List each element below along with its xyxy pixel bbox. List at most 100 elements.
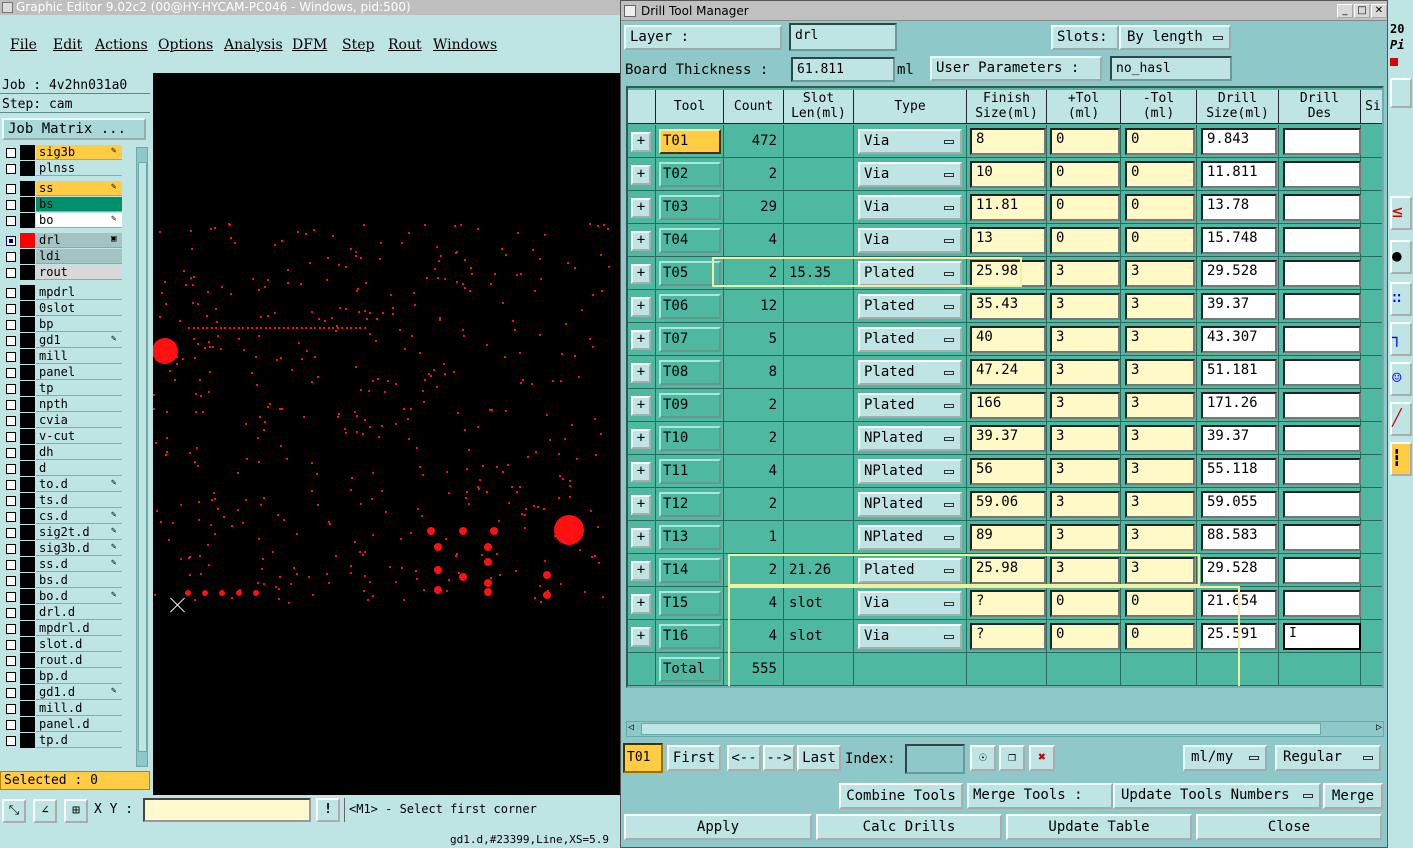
finish-size-input[interactable]: 25.98 bbox=[970, 557, 1046, 584]
layer-checkbox[interactable] bbox=[6, 384, 16, 394]
layer-row[interactable]: ts.d bbox=[3, 493, 122, 508]
drill-size-input[interactable]: 29.528 bbox=[1201, 557, 1277, 584]
layer-checkbox[interactable] bbox=[6, 496, 16, 506]
tool-button[interactable]: T13 bbox=[659, 525, 721, 550]
layer-name[interactable]: cvia bbox=[36, 413, 122, 428]
layer-checkbox[interactable] bbox=[6, 544, 16, 554]
plus-tol-input[interactable]: 3 bbox=[1050, 524, 1120, 551]
layer-list-scrollbar[interactable] bbox=[136, 147, 148, 767]
layer-name[interactable]: bo bbox=[36, 213, 122, 228]
layer-checkbox[interactable] bbox=[6, 236, 16, 246]
drill-des-input[interactable] bbox=[1283, 227, 1361, 254]
expand-row-icon[interactable]: + bbox=[631, 627, 651, 647]
expand-row-icon[interactable]: + bbox=[631, 396, 651, 416]
drill-des-input[interactable] bbox=[1283, 260, 1361, 287]
layer-row[interactable]: drl.d bbox=[3, 605, 122, 620]
tool-button[interactable]: T04 bbox=[659, 228, 721, 253]
layer-row[interactable]: panel bbox=[3, 365, 122, 380]
type-dropdown[interactable]: Via bbox=[858, 129, 962, 154]
user-parameters-input[interactable]: no_hasl bbox=[1110, 56, 1232, 81]
expand-row-icon[interactable]: + bbox=[631, 231, 651, 251]
layer-checkbox[interactable] bbox=[6, 480, 16, 490]
type-dropdown[interactable]: Via bbox=[858, 624, 962, 649]
layer-row[interactable]: plnss bbox=[3, 161, 122, 176]
update-table-button[interactable]: Update Table bbox=[1006, 814, 1192, 840]
drill-des-input[interactable] bbox=[1283, 359, 1361, 386]
layer-name[interactable]: sig3b bbox=[36, 145, 122, 160]
layer-row[interactable]: bo.d ✎ bbox=[3, 589, 122, 604]
layer-row[interactable]: sig3b.d ✎ bbox=[3, 541, 122, 556]
layer-row[interactable]: tp.d bbox=[3, 733, 122, 748]
type-dropdown[interactable]: Plated bbox=[858, 393, 962, 418]
merge-mode-dropdown[interactable]: Update Tools Numbers bbox=[1113, 783, 1321, 809]
maximize-icon[interactable]: □ bbox=[1354, 4, 1370, 18]
layer-name[interactable]: sig2t.d bbox=[36, 525, 122, 540]
plus-tol-input[interactable]: 3 bbox=[1050, 326, 1120, 353]
menu-step[interactable]: Step bbox=[342, 37, 374, 53]
layer-checkbox[interactable] bbox=[6, 448, 16, 458]
slots-dropdown[interactable]: By length bbox=[1119, 25, 1231, 50]
layer-row[interactable]: tp bbox=[3, 381, 122, 396]
drill-size-input[interactable]: 171.26 bbox=[1201, 392, 1277, 419]
minus-tol-input[interactable]: 3 bbox=[1125, 392, 1195, 419]
layer-checkbox[interactable] bbox=[6, 528, 16, 538]
layer-row[interactable]: d bbox=[3, 461, 122, 476]
drill-size-input[interactable]: 9.843 bbox=[1201, 128, 1277, 155]
drill-des-input[interactable] bbox=[1283, 458, 1361, 485]
minus-tol-input[interactable]: 0 bbox=[1125, 128, 1195, 155]
minus-tol-input[interactable]: 3 bbox=[1125, 458, 1195, 485]
expand-row-icon[interactable]: + bbox=[631, 363, 651, 383]
minus-tol-input[interactable]: 0 bbox=[1125, 161, 1195, 188]
layer-name[interactable]: 0slot bbox=[36, 301, 122, 316]
calc-drills-button[interactable]: Calc Drills bbox=[816, 814, 1002, 840]
expand-row-icon[interactable]: + bbox=[631, 528, 651, 548]
layer-name[interactable]: ss bbox=[36, 181, 122, 196]
layer-checkbox[interactable] bbox=[6, 704, 16, 714]
tool-button[interactable]: T03 bbox=[659, 195, 721, 220]
expand-row-icon[interactable]: + bbox=[631, 429, 651, 449]
finish-size-input[interactable]: 10 bbox=[970, 161, 1046, 188]
tool-button[interactable]: T02 bbox=[659, 162, 721, 187]
minus-tol-input[interactable]: 3 bbox=[1125, 326, 1195, 353]
layer-checkbox[interactable] bbox=[6, 320, 16, 330]
layer-name[interactable]: drl bbox=[36, 233, 122, 248]
next-button[interactable]: --> bbox=[763, 745, 795, 771]
graphic-canvas[interactable] bbox=[153, 73, 620, 795]
layer-name[interactable]: sig3b.d bbox=[36, 541, 122, 556]
xy-input[interactable] bbox=[143, 798, 311, 822]
layer-name[interactable]: v-cut bbox=[36, 429, 122, 444]
layer-name[interactable]: mpdrl bbox=[36, 285, 122, 300]
tool-button[interactable]: T09 bbox=[659, 393, 721, 418]
xy-apply-button[interactable]: ! bbox=[316, 798, 340, 822]
layer-checkbox[interactable] bbox=[6, 720, 16, 730]
tool-user-icon[interactable]: ☺ bbox=[1390, 362, 1412, 396]
type-dropdown[interactable]: Plated bbox=[858, 558, 962, 583]
layer-name[interactable]: tp.d bbox=[36, 733, 122, 748]
tool-button[interactable]: T11 bbox=[659, 459, 721, 484]
finish-size-input[interactable]: 39.37 bbox=[970, 425, 1046, 452]
drill-size-input[interactable]: 15.748 bbox=[1201, 227, 1277, 254]
plus-tol-input[interactable]: 3 bbox=[1050, 491, 1120, 518]
layer-name[interactable]: plnss bbox=[36, 161, 122, 176]
finish-size-input[interactable]: 40 bbox=[970, 326, 1046, 353]
layer-name[interactable]: bp bbox=[36, 317, 122, 332]
type-dropdown[interactable]: Plated bbox=[858, 294, 962, 319]
finish-size-input[interactable]: 47.24 bbox=[970, 359, 1046, 386]
layer-name[interactable]: d bbox=[36, 461, 122, 476]
layer-checkbox[interactable] bbox=[6, 148, 16, 158]
layer-name[interactable]: slot.d bbox=[36, 637, 122, 652]
minus-tol-input[interactable]: 3 bbox=[1125, 524, 1195, 551]
layer-row[interactable]: slot.d bbox=[3, 637, 122, 652]
layer-checkbox[interactable] bbox=[6, 432, 16, 442]
tool-button[interactable]: T16 bbox=[659, 624, 721, 649]
layer-name[interactable]: mpdrl.d bbox=[36, 621, 122, 636]
tool-button-icon[interactable] bbox=[1390, 78, 1412, 108]
layer-name[interactable]: bp.d bbox=[36, 669, 122, 684]
layer-checkbox[interactable] bbox=[6, 656, 16, 666]
type-dropdown[interactable]: Via bbox=[858, 591, 962, 616]
last-button[interactable]: Last bbox=[797, 745, 841, 771]
drill-size-input[interactable]: 88.583 bbox=[1201, 524, 1277, 551]
layer-row[interactable]: cs.d ✎ bbox=[3, 509, 122, 524]
layer-checkbox[interactable] bbox=[6, 624, 16, 634]
first-button[interactable]: First bbox=[667, 745, 721, 771]
